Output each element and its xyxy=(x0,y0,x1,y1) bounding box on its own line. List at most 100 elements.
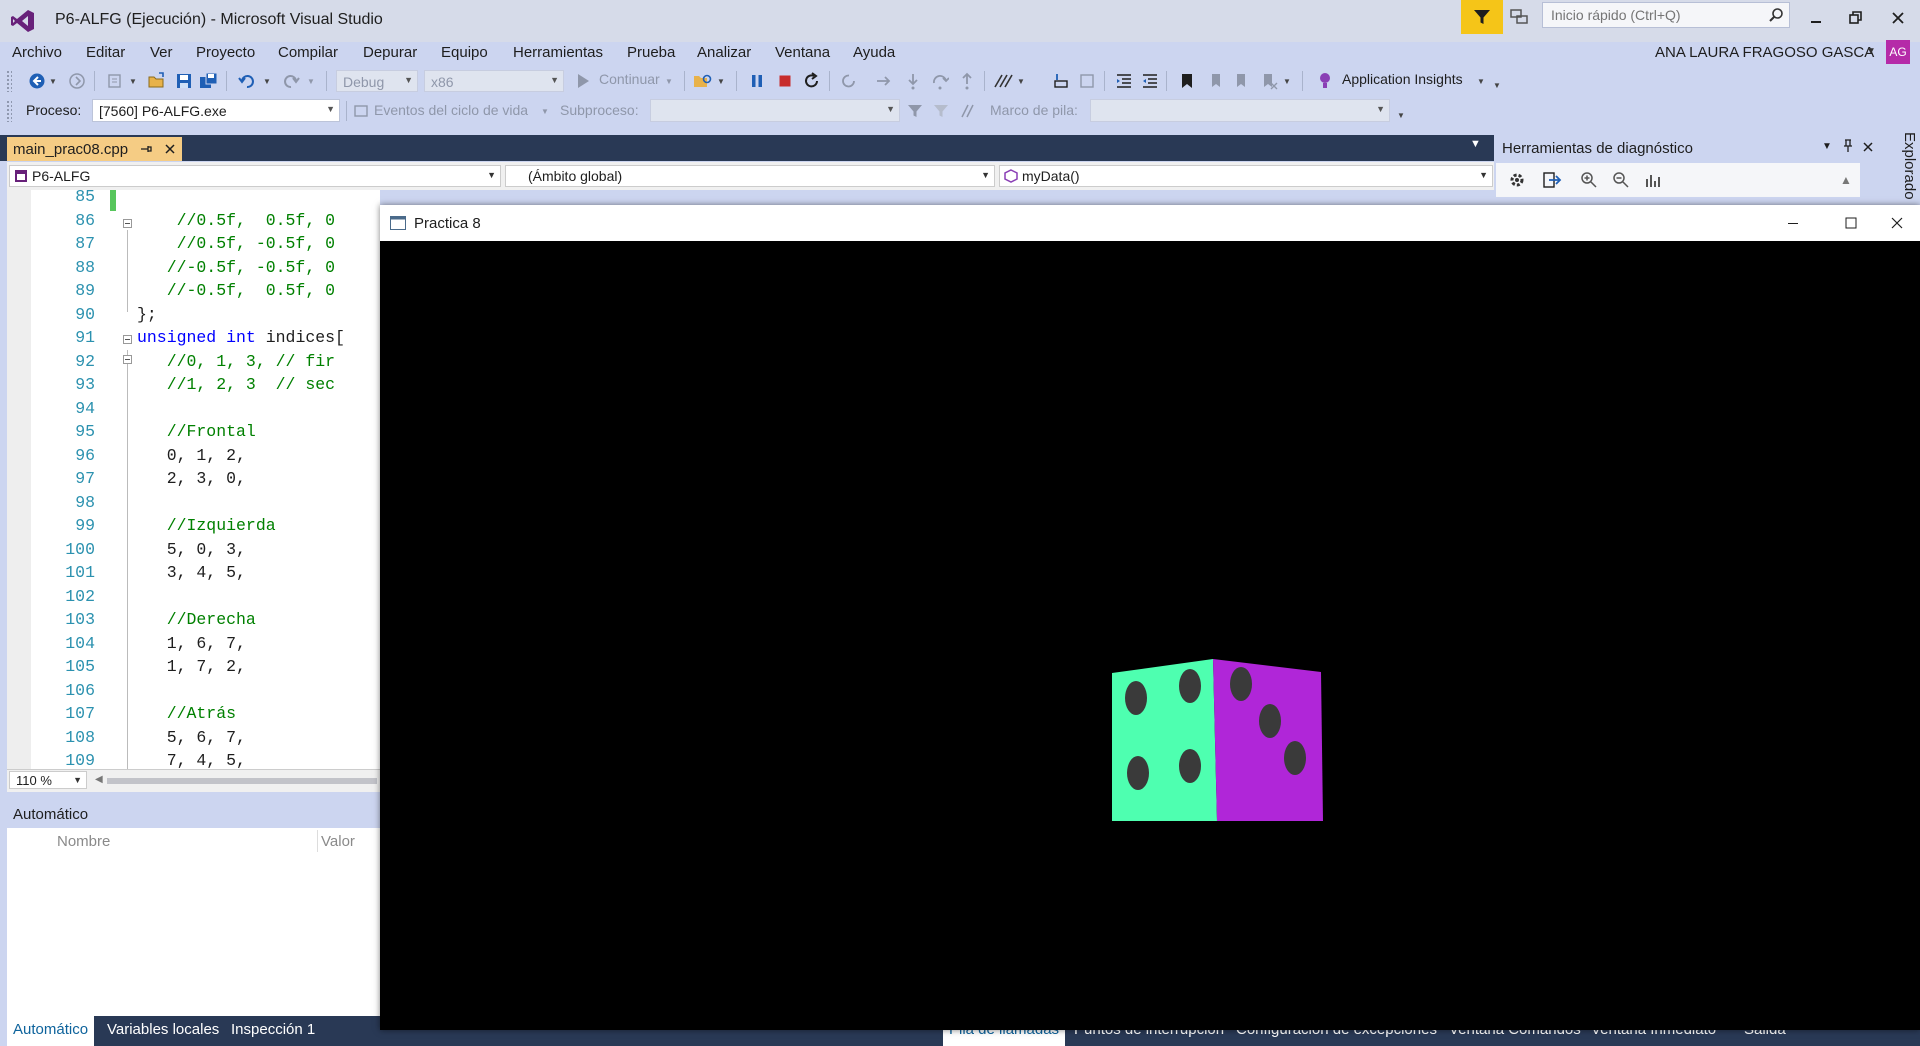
close-window-button[interactable] xyxy=(1878,0,1918,36)
pin-icon[interactable] xyxy=(140,143,152,155)
close-icon[interactable] xyxy=(1862,141,1874,153)
toolbar-grip[interactable] xyxy=(6,100,12,122)
quick-launch-input[interactable] xyxy=(1543,3,1774,27)
toolbar-overflow-icon[interactable]: ▼ xyxy=(1492,74,1502,96)
code-editor[interactable]: 85 86 //0.5f, 0.5f, 0 87 //0.5f, -0.5f, 0 8… xyxy=(7,190,380,769)
export-icon[interactable] xyxy=(1542,171,1562,189)
save-all-icon[interactable] xyxy=(198,70,220,92)
menu-prueba[interactable]: Prueba xyxy=(627,42,675,68)
step-out-icon[interactable] xyxy=(956,70,978,92)
scroll-up-icon[interactable]: ▲ xyxy=(1840,173,1852,187)
menu-herramientas[interactable]: Herramientas xyxy=(513,42,603,68)
lifecycle-events-button[interactable]: Eventos del ciclo de vida xyxy=(374,102,528,118)
new-project-icon[interactable] xyxy=(104,70,126,92)
continue-button[interactable]: Continuar xyxy=(599,71,660,87)
tab-overflow-icon[interactable]: ▼ xyxy=(1470,138,1481,150)
menu-editar[interactable]: Editar xyxy=(86,42,125,68)
next-bookmark-icon[interactable] xyxy=(1231,70,1253,92)
apply-code-changes-icon[interactable] xyxy=(838,70,860,92)
step-over-icon[interactable] xyxy=(929,70,951,92)
open-file-icon[interactable] xyxy=(146,70,168,92)
gear-icon[interactable] xyxy=(1508,171,1526,189)
reset-view-icon[interactable] xyxy=(1644,171,1662,189)
close-icon[interactable] xyxy=(164,143,176,155)
navigate-back-icon[interactable] xyxy=(26,70,48,92)
outdent-icon[interactable] xyxy=(1113,70,1135,92)
process-combo[interactable]: [7560] P6-ALFG.exe ▼ xyxy=(92,99,340,122)
fold-toggle-icon[interactable] xyxy=(123,355,132,364)
column-header-name[interactable]: Nombre xyxy=(57,833,110,850)
tab-variables-locales[interactable]: Variables locales xyxy=(101,1016,225,1046)
scope-combo[interactable]: (Ámbito global) ▼ xyxy=(505,165,995,187)
restore-button[interactable] xyxy=(1836,0,1876,36)
navigate-forward-icon[interactable] xyxy=(66,70,88,92)
chevron-down-icon[interactable]: ▼ xyxy=(1866,46,1876,57)
show-next-statement-icon[interactable] xyxy=(873,70,895,92)
chevron-down-icon[interactable]: ▼ xyxy=(128,70,138,92)
chevron-down-icon[interactable]: ▼ xyxy=(262,70,272,92)
notifications-filter-button[interactable] xyxy=(1461,0,1503,34)
project-combo[interactable]: P6-ALFG ▼ xyxy=(9,165,501,187)
step-into-specific-icon[interactable] xyxy=(1050,70,1072,92)
scroll-left-icon[interactable]: ◀ xyxy=(95,774,103,785)
avatar[interactable]: AG xyxy=(1886,40,1910,64)
chevron-down-icon[interactable]: ▼ xyxy=(1016,70,1026,92)
application-insights-button[interactable]: Application Insights xyxy=(1342,71,1463,87)
chevron-down-icon[interactable]: ▼ xyxy=(1282,70,1292,92)
redo-icon[interactable] xyxy=(280,70,302,92)
pin-icon[interactable] xyxy=(1842,139,1854,153)
app-maximize-button[interactable] xyxy=(1828,205,1874,241)
show-flagged-threads-icon[interactable] xyxy=(958,100,980,122)
app-minimize-button[interactable] xyxy=(1770,205,1816,241)
fold-toggle-icon[interactable] xyxy=(123,219,132,228)
feedback-icon[interactable] xyxy=(1509,7,1529,27)
menu-compilar[interactable]: Compilar xyxy=(278,42,338,68)
chevron-down-icon[interactable]: ▼ xyxy=(716,70,726,92)
opengl-viewport[interactable] xyxy=(380,241,1920,1030)
menu-proyecto[interactable]: Proyecto xyxy=(196,42,255,68)
horizontal-scrollbar[interactable] xyxy=(107,778,377,784)
user-name[interactable]: ANA LAURA FRAGOSO GASCA xyxy=(1655,44,1874,61)
member-combo[interactable]: myData() ▼ xyxy=(999,165,1493,187)
thread-combo[interactable]: ▼ xyxy=(650,99,900,122)
indicator-margin[interactable] xyxy=(7,190,31,769)
column-header-value[interactable]: Valor xyxy=(321,833,355,850)
play-icon[interactable] xyxy=(572,70,594,92)
chevron-down-icon[interactable]: ▼ xyxy=(1476,70,1486,92)
menu-equipo[interactable]: Equipo xyxy=(441,42,488,68)
find-in-files-icon[interactable] xyxy=(692,70,714,92)
zoom-in-icon[interactable] xyxy=(1580,171,1598,189)
practica-8-window[interactable]: Practica 8 xyxy=(380,205,1920,1030)
menu-analizar[interactable]: Analizar xyxy=(697,42,751,68)
search-icon[interactable] xyxy=(1768,7,1784,23)
chevron-down-icon[interactable]: ▼ xyxy=(540,100,550,122)
app-close-button[interactable] xyxy=(1874,205,1920,241)
solution-platform-combo[interactable]: x86 ▼ xyxy=(424,70,564,92)
app-title-bar[interactable]: Practica 8 xyxy=(380,205,1920,241)
lifecycle-events-icon[interactable] xyxy=(350,100,372,122)
menu-depurar[interactable]: Depurar xyxy=(363,42,417,68)
tab-automatico[interactable]: Automático xyxy=(7,1016,95,1046)
toggle-bookmark-list-icon[interactable] xyxy=(1076,70,1098,92)
flag-threads-icon[interactable] xyxy=(930,100,952,122)
chevron-down-icon[interactable]: ▼ xyxy=(48,70,58,92)
document-tab[interactable]: main_prac08.cpp xyxy=(7,137,183,161)
chevron-down-icon[interactable]: ▼ xyxy=(664,70,674,92)
menu-ayuda[interactable]: Ayuda xyxy=(853,42,895,68)
indent-icon[interactable] xyxy=(1139,70,1161,92)
tab-inspeccion-1[interactable]: Inspección 1 xyxy=(225,1016,321,1046)
toolbar-grip[interactable] xyxy=(6,70,12,92)
lightbulb-icon[interactable] xyxy=(1314,70,1336,92)
show-threads-icon[interactable] xyxy=(992,70,1014,92)
undo-icon[interactable] xyxy=(236,70,258,92)
pause-icon[interactable] xyxy=(746,70,768,92)
zoom-combo[interactable]: 110 % ▼ xyxy=(9,771,87,789)
stack-frame-combo[interactable]: ▼ xyxy=(1090,99,1390,122)
solution-explorer-side-tab[interactable]: Explorado xyxy=(1888,132,1918,202)
menu-archivo[interactable]: Archivo xyxy=(12,42,62,68)
solution-configuration-combo[interactable]: Debug ▼ xyxy=(336,70,418,92)
minimize-button[interactable] xyxy=(1796,0,1836,36)
stop-icon[interactable] xyxy=(774,70,796,92)
fold-toggle-icon[interactable] xyxy=(123,335,132,344)
save-icon[interactable] xyxy=(173,70,195,92)
